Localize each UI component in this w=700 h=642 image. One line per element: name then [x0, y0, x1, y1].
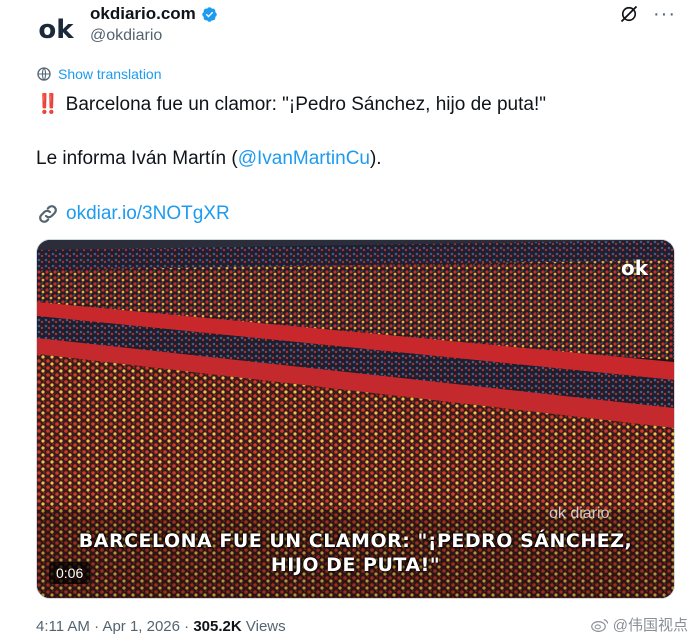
show-translation-button[interactable]: Show translation — [36, 66, 162, 82]
tweet-link-row[interactable]: okdiar.io/3NOTgXR — [36, 202, 230, 226]
tweet-time[interactable]: 4:11 AM — [36, 618, 90, 635]
ok-watermark: ok — [620, 256, 648, 280]
caption-line-1: BARCELONA FUE UN CLAMOR: "¡PEDRO SÁNCHEZ… — [78, 530, 633, 552]
video-player[interactable]: ok ok diario BARCELONA FUE UN CLAMOR: "¡… — [36, 239, 675, 599]
tweet-headline: Barcelona fue un clamor: "¡Pedro Sánchez… — [65, 94, 546, 115]
verified-badge-icon — [202, 6, 217, 22]
header-actions: ··· — [619, 4, 676, 24]
author-name-row[interactable]: okdiario.com — [90, 4, 218, 24]
tweet-text-line-1: ‼️ Barcelona fue un clamor: "¡Pedro Sánch… — [36, 92, 546, 116]
author-handle[interactable]: @okdiario — [90, 27, 162, 45]
meta-separator: · — [89, 618, 103, 635]
source-watermark: @伟国视点 — [590, 614, 688, 635]
caption-line-2: HIJO DE PUTA!" — [270, 554, 441, 576]
link-icon — [39, 205, 57, 223]
mention-link[interactable]: @IvanMartinCu — [238, 148, 370, 169]
more-options-icon[interactable]: ··· — [653, 4, 676, 24]
tweet-text-line-2: Le informa Iván Martín (@IvanMartinCu). — [36, 148, 382, 170]
okdiario-watermark: ok diario — [549, 505, 610, 522]
double-exclamation-icon: ‼️ — [36, 94, 60, 115]
tweet-credit-prefix: Le informa Iván Martín ( — [36, 148, 238, 169]
avatar[interactable]: ok — [34, 8, 78, 52]
tweet-credit-suffix: ). — [369, 148, 382, 169]
views-count: 305.2K — [193, 618, 242, 635]
tweet-meta: 4:11 AM · Apr 1, 2026 · 305.2K Views — [36, 618, 286, 635]
show-translation-label: Show translation — [58, 66, 162, 82]
views-label: Views — [241, 618, 286, 635]
video-duration: 0:06 — [49, 562, 91, 584]
source-watermark-text: @伟国视点 — [612, 617, 688, 634]
grok-slash-icon[interactable] — [619, 4, 639, 24]
video-caption: BARCELONA FUE UN CLAMOR: "¡PEDRO SÁNCHEZ… — [37, 529, 674, 577]
display-name[interactable]: okdiario.com — [90, 4, 196, 24]
short-link[interactable]: okdiar.io/3NOTgXR — [66, 203, 230, 225]
tweet-date[interactable]: Apr 1, 2026 — [102, 618, 180, 635]
meta-separator: · — [180, 618, 194, 635]
globe-icon — [37, 67, 51, 81]
weibo-logo-icon — [590, 618, 608, 632]
